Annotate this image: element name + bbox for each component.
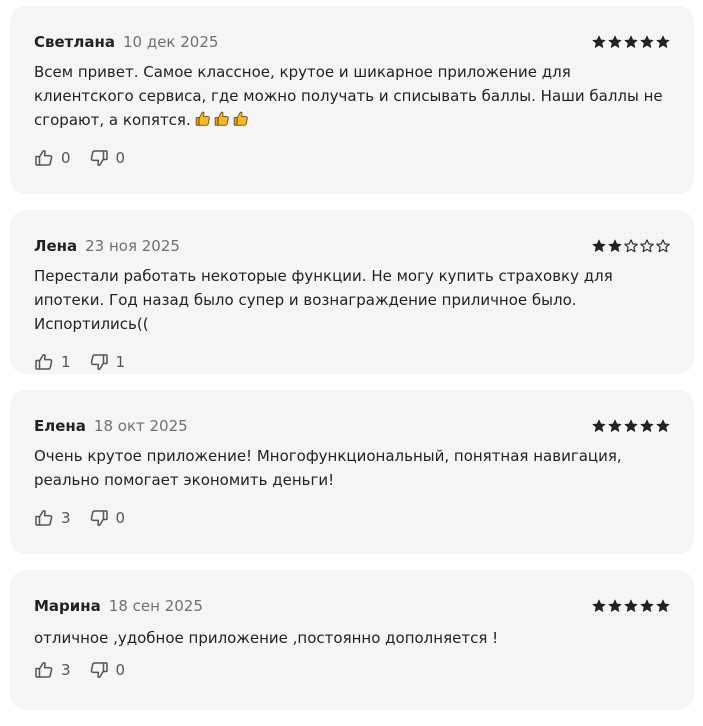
thumbs-down-icon [89,148,109,168]
review-text: Перестали работать некоторые функции. Не… [34,264,664,336]
thumbs-down-icon [89,508,109,528]
review-text: Очень крутое приложение! Многофункционал… [34,444,664,492]
review-header: Марина 18 сен 2025 [34,596,670,616]
like-button[interactable]: 1 [34,352,71,372]
like-button[interactable]: 3 [34,508,71,528]
thumbs-down-icon [89,660,109,680]
emoji-group [194,110,249,127]
review-card: Светлана 10 дек 2025 Всем привет. Самое … [10,6,694,194]
like-count: 3 [61,661,71,679]
star-filled-icon [592,419,606,432]
review-votes: 1 1 [34,352,670,372]
review-header: Лена 23 ноя 2025 [34,236,670,256]
star-filled-icon [592,599,606,612]
review-votes: 3 0 [34,660,670,680]
dislike-count: 0 [115,149,126,167]
dislike-button[interactable]: 0 [89,508,126,528]
reviews-list: Светлана 10 дек 2025 Всем привет. Самое … [10,6,694,726]
star-filled-icon [608,419,622,432]
star-filled-icon [624,599,638,612]
thumbs-up-icon [34,508,54,528]
review-author: Елена [34,417,86,435]
like-button[interactable]: 0 [34,148,71,168]
rating-stars [592,599,670,613]
like-count: 0 [61,149,71,167]
review-card: Марина 18 сен 2025 отличное ,удобное при… [10,570,694,710]
thumbs-up-icon [34,148,54,168]
dislike-button[interactable]: 0 [89,148,126,168]
review-text: Всем привет. Самое классное, крутое и ши… [34,60,664,132]
thumbs-up-icon [34,660,54,680]
rating-stars [592,239,670,253]
dislike-button[interactable]: 0 [89,660,126,680]
review-text-body: отличное ,удобное приложение ,постоянно … [34,629,499,647]
review-text: отличное ,удобное приложение ,постоянно … [34,626,664,650]
review-votes: 3 0 [34,508,670,528]
like-count: 3 [61,509,71,527]
star-filled-icon [592,35,606,48]
dislike-button[interactable]: 1 [89,352,126,372]
dislike-count: 0 [115,661,126,679]
star-filled-icon [640,35,654,48]
review-header: Светлана 10 дек 2025 [34,32,670,52]
star-empty-icon [656,239,670,253]
star-filled-icon [656,599,670,612]
rating-stars [592,419,670,433]
thumbs-up-icon [34,352,54,372]
thumbs-up-emoji [213,110,230,127]
star-filled-icon [624,35,638,48]
dislike-count: 0 [115,509,126,527]
thumbs-up-emoji [194,110,211,127]
review-date: 23 ноя 2025 [85,237,180,255]
review-card: Елена 18 окт 2025 Очень крутое приложени… [10,390,694,554]
star-filled-icon [640,599,654,612]
rating-stars [592,35,670,49]
star-filled-icon [624,419,638,432]
review-author: Марина [34,597,101,615]
star-empty-icon [640,239,654,253]
review-text-body: Перестали работать некоторые функции. Не… [34,267,613,333]
review-date: 18 окт 2025 [93,417,188,435]
star-filled-icon [592,239,606,252]
star-filled-icon [608,239,622,252]
review-header: Елена 18 окт 2025 [34,416,670,436]
star-filled-icon [608,599,622,612]
review-author: Лена [34,237,78,255]
star-empty-icon [624,239,638,253]
like-count: 1 [61,353,71,371]
review-card: Лена 23 ноя 2025 Перестали работать неко… [10,210,694,374]
review-author: Светлана [34,33,115,51]
star-filled-icon [656,419,670,432]
thumbs-up-emoji [232,110,249,127]
review-text-body: Очень крутое приложение! Многофункционал… [34,447,622,489]
star-filled-icon [640,419,654,432]
review-text-body: Всем привет. Самое классное, крутое и ши… [34,63,663,129]
review-date: 10 дек 2025 [122,33,219,51]
dislike-count: 1 [115,353,126,371]
star-filled-icon [608,35,622,48]
thumbs-down-icon [89,352,109,372]
review-votes: 0 0 [34,148,670,168]
review-date: 18 сен 2025 [108,597,203,615]
star-filled-icon [656,35,670,48]
like-button[interactable]: 3 [34,660,71,680]
